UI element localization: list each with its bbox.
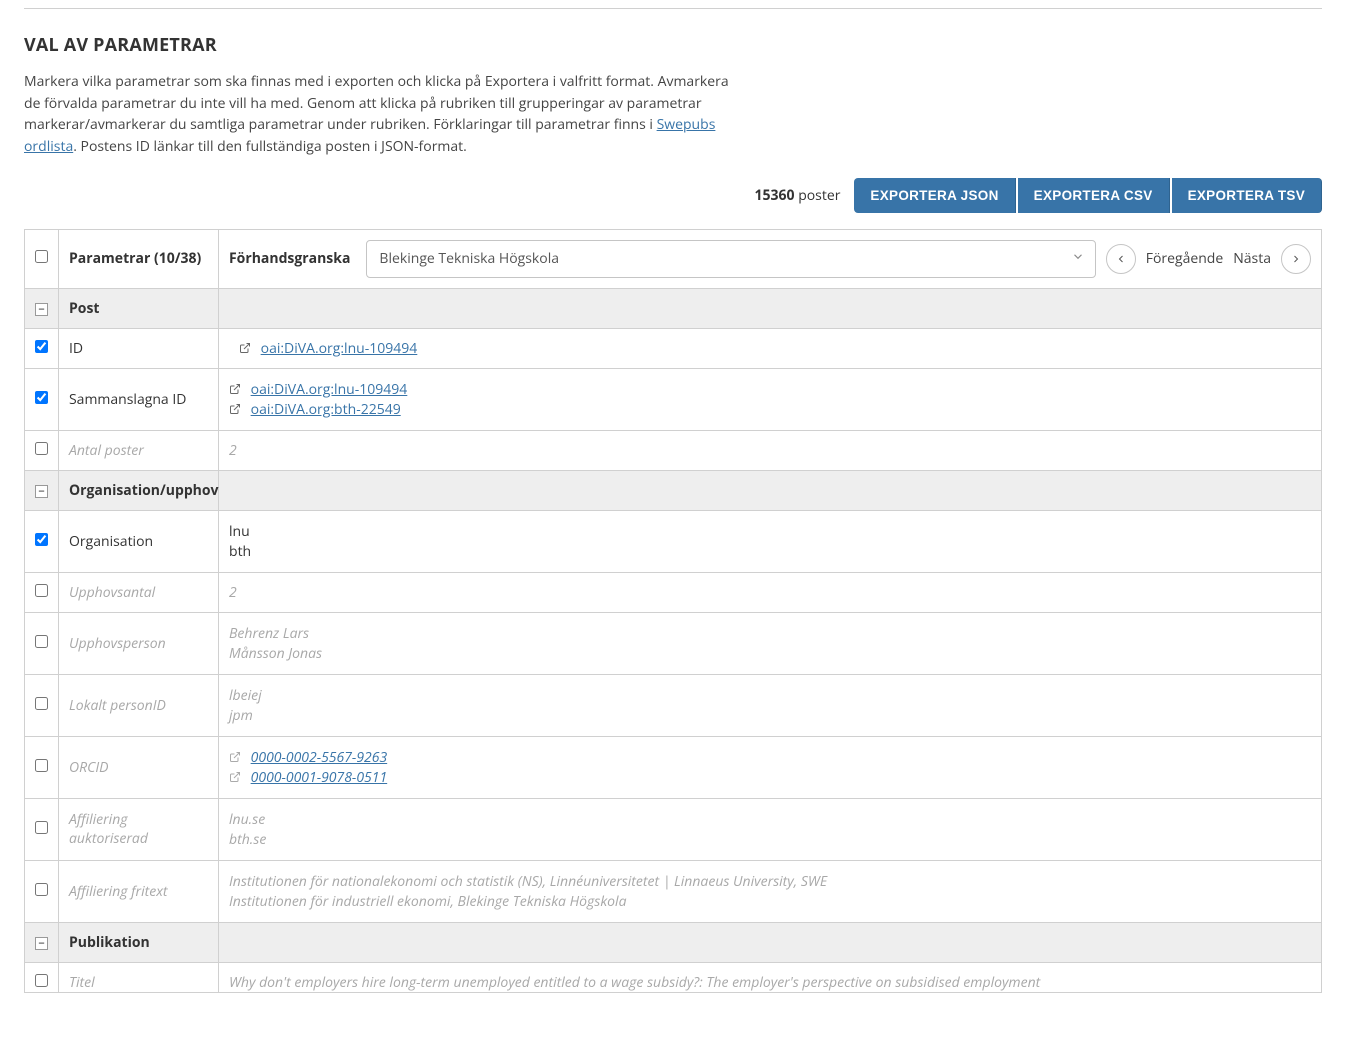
export-tsv-button[interactable]: EXPORTERA TSV xyxy=(1172,178,1322,213)
param-checkbox[interactable] xyxy=(35,759,48,772)
param-checkbox[interactable] xyxy=(35,584,48,597)
table-row: Upphovsperson Behrenz Lars Månsson Jonas xyxy=(25,612,1322,674)
preview-select-value: Blekinge Tekniska Högskola xyxy=(379,249,559,268)
author-2: Månsson Jonas xyxy=(229,644,1311,663)
param-checkbox[interactable] xyxy=(35,442,48,455)
param-label: Upphovsperson xyxy=(59,612,219,674)
parametrar-header: Parametrar (10/38) xyxy=(59,229,219,288)
author-1: Behrenz Lars xyxy=(229,624,1311,643)
post-count-number: 15360 xyxy=(755,186,795,205)
chevron-down-icon xyxy=(1071,249,1085,268)
collapse-icon[interactable]: − xyxy=(35,485,48,498)
collapse-icon[interactable]: − xyxy=(35,303,48,316)
param-label: ID xyxy=(59,328,219,368)
local-id-2: jpm xyxy=(229,706,1311,725)
param-label: ORCID xyxy=(59,736,219,798)
param-label: Sammanslagna ID xyxy=(59,368,219,430)
intro-text-after: . Postens ID länkar till den fullständig… xyxy=(73,137,467,156)
param-value: 2 xyxy=(219,572,1322,612)
preview-select[interactable]: Blekinge Tekniska Högskola xyxy=(366,240,1095,278)
param-label: Antal poster xyxy=(59,430,219,470)
titel-value: Why don't employers hire long-term unemp… xyxy=(219,962,1322,992)
table-row: Sammanslagna ID oai:DiVA.org:lnu-109494 … xyxy=(25,368,1322,430)
id-link[interactable]: oai:DiVA.org:lnu-109494 xyxy=(261,339,418,358)
section-title: VAL AV PARAMETRAR xyxy=(24,33,1322,57)
param-label: Affiliering fritext xyxy=(59,860,219,922)
intro-text-before: Markera vilka parametrar som ska finnas … xyxy=(24,72,729,134)
export-json-button[interactable]: EXPORTERA JSON xyxy=(854,178,1015,213)
org-value-2: bth xyxy=(229,542,1311,561)
org-value-1: lnu xyxy=(229,522,1311,541)
chevron-right-icon xyxy=(1290,253,1302,265)
aff-text-1: Institutionen för nationalekonomi och st… xyxy=(229,872,1311,891)
external-link-icon xyxy=(229,381,241,393)
param-checkbox[interactable] xyxy=(35,533,48,546)
aff-auth-2: bth.se xyxy=(229,830,1311,849)
param-checkbox[interactable] xyxy=(35,883,48,896)
group-row-post: − Post xyxy=(25,288,1322,328)
external-link-icon xyxy=(229,769,241,781)
preview-label: Förhandsgranska xyxy=(229,249,350,268)
post-count: 15360 poster xyxy=(755,186,841,205)
prev-label: Föregående xyxy=(1146,249,1224,268)
export-bar: 15360 poster EXPORTERA JSON EXPORTERA CS… xyxy=(24,178,1322,213)
local-id-1: lbeiej xyxy=(229,686,1311,705)
param-value: 2 xyxy=(219,430,1322,470)
merged-id-link-2[interactable]: oai:DiVA.org:bth-22549 xyxy=(251,400,401,419)
select-all-checkbox[interactable] xyxy=(35,250,48,263)
next-button[interactable] xyxy=(1281,244,1311,274)
table-row: Titel Why don't employers hire long-term… xyxy=(25,962,1322,992)
post-count-word: poster xyxy=(798,186,840,205)
group-row-org: − Organisation/upphov xyxy=(25,470,1322,510)
table-row: Affiliering auktoriserad lnu.se bth.se xyxy=(25,798,1322,860)
chevron-left-icon xyxy=(1115,253,1127,265)
group-label-pub[interactable]: Publikation xyxy=(59,922,219,962)
parameter-table: Parametrar (10/38) Förhandsgranska Bleki… xyxy=(24,229,1322,993)
param-checkbox[interactable] xyxy=(35,340,48,353)
collapse-icon[interactable]: − xyxy=(35,937,48,950)
table-row: Upphovsantal 2 xyxy=(25,572,1322,612)
external-link-icon xyxy=(229,401,241,413)
table-row: Lokalt personID lbeiej jpm xyxy=(25,674,1322,736)
table-row: Organisation lnu bth xyxy=(25,510,1322,572)
merged-id-link-1[interactable]: oai:DiVA.org:lnu-109494 xyxy=(251,380,408,399)
param-checkbox[interactable] xyxy=(35,697,48,710)
param-label: Affiliering auktoriserad xyxy=(59,798,219,860)
param-label: Organisation xyxy=(59,510,219,572)
table-row: Affiliering fritext Institutionen för na… xyxy=(25,860,1322,922)
group-label-post[interactable]: Post xyxy=(59,288,219,328)
aff-auth-1: lnu.se xyxy=(229,810,1311,829)
next-label: Nästa xyxy=(1233,249,1271,268)
table-row: ORCID 0000-0002-5567-9263 0000-0001-9078… xyxy=(25,736,1322,798)
export-csv-button[interactable]: EXPORTERA CSV xyxy=(1018,178,1170,213)
orcid-link-2[interactable]: 0000-0001-9078-0511 xyxy=(251,768,388,787)
group-row-pub: − Publikation xyxy=(25,922,1322,962)
param-checkbox[interactable] xyxy=(35,635,48,648)
param-label: Upphovsantal xyxy=(59,572,219,612)
param-label: Titel xyxy=(59,962,219,992)
prev-button[interactable] xyxy=(1106,244,1136,274)
param-checkbox[interactable] xyxy=(35,974,48,987)
intro-paragraph: Markera vilka parametrar som ska finnas … xyxy=(24,71,744,158)
param-checkbox[interactable] xyxy=(35,821,48,834)
table-row: ID oai:DiVA.org:lnu-109494 xyxy=(25,328,1322,368)
external-link-icon xyxy=(239,340,251,352)
orcid-link-1[interactable]: 0000-0002-5567-9263 xyxy=(251,748,388,767)
header-row: Parametrar (10/38) Förhandsgranska Bleki… xyxy=(25,229,1322,288)
top-divider xyxy=(24,8,1322,9)
preview-controls: Förhandsgranska Blekinge Tekniska Högsko… xyxy=(229,240,1311,278)
param-label: Lokalt personID xyxy=(59,674,219,736)
aff-text-2: Institutionen för industriell ekonomi, B… xyxy=(229,892,1311,911)
external-link-icon xyxy=(229,749,241,761)
param-checkbox[interactable] xyxy=(35,391,48,404)
table-row: Antal poster 2 xyxy=(25,430,1322,470)
group-label-org[interactable]: Organisation/upphov xyxy=(59,470,219,510)
